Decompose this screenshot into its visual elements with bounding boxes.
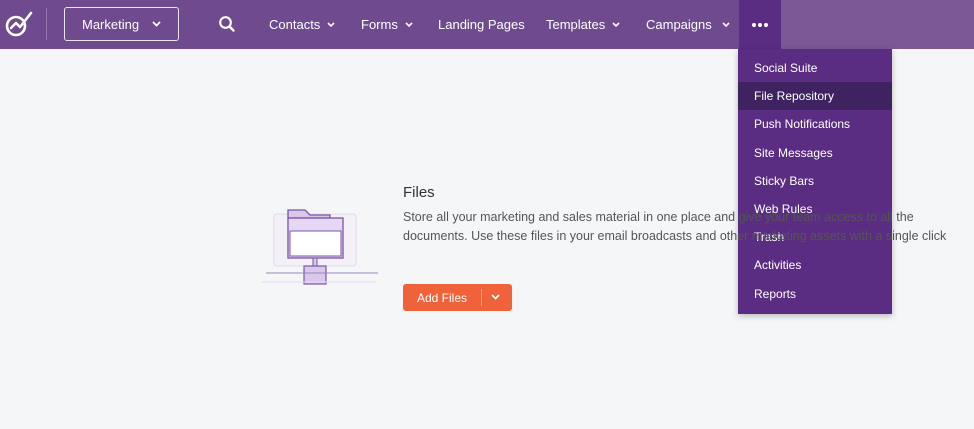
menu-item-label: Social Suite xyxy=(754,61,818,76)
nav-contacts-label: Contacts xyxy=(269,17,321,32)
app-switcher-value: Marketing xyxy=(82,16,140,32)
nav-templates[interactable]: Templates xyxy=(546,0,620,49)
page-description: Store all your marketing and sales mater… xyxy=(403,210,947,243)
nav-campaigns-label: Campaigns xyxy=(646,17,712,32)
chevron-down-icon xyxy=(152,21,161,27)
menu-item-reports[interactable]: Reports xyxy=(738,280,892,308)
ellipsis-icon xyxy=(750,22,769,27)
nav-forms[interactable]: Forms xyxy=(361,0,413,49)
button-divider xyxy=(481,289,482,306)
menu-item-label: Site Messages xyxy=(754,145,833,160)
nav-landing-pages[interactable]: Landing Pages xyxy=(438,0,525,49)
chevron-down-icon xyxy=(722,22,730,28)
nav-campaigns[interactable]: Campaigns xyxy=(646,0,730,49)
search-icon[interactable] xyxy=(217,14,237,34)
top-navigation-bar: Marketing Contacts Forms Landing Pages T… xyxy=(0,0,974,49)
file-server-illustration xyxy=(260,200,380,290)
menu-item-activities[interactable]: Activities xyxy=(738,251,892,279)
nav-forms-label: Forms xyxy=(361,17,398,32)
chevron-down-icon[interactable] xyxy=(491,294,500,300)
menu-item-site-messages[interactable]: Site Messages xyxy=(738,139,892,167)
menu-item-label: Push Notifications xyxy=(754,117,851,132)
nav-contacts[interactable]: Contacts xyxy=(269,0,335,49)
chevron-down-icon xyxy=(612,22,620,28)
nav-templates-label: Templates xyxy=(546,17,606,32)
menu-item-file-repository[interactable]: File Repository xyxy=(738,82,892,111)
menu-item-label: Reports xyxy=(754,286,797,301)
nav-landing-pages-label: Landing Pages xyxy=(438,17,525,32)
add-files-button[interactable]: Add Files xyxy=(403,284,512,311)
menu-item-label: File Repository xyxy=(754,89,835,104)
menu-item-sticky-bars[interactable]: Sticky Bars xyxy=(738,167,892,195)
menu-item-label: Activities xyxy=(754,258,802,273)
topbar-right-area xyxy=(781,0,974,49)
menu-item-social-suite[interactable]: Social Suite xyxy=(738,54,892,82)
brand-logo-icon[interactable] xyxy=(3,8,35,40)
chevron-down-icon xyxy=(405,22,413,28)
app-switcher-dropdown[interactable]: Marketing xyxy=(64,7,179,41)
page-title: Files xyxy=(403,184,435,201)
add-files-label: Add Files xyxy=(417,290,468,305)
menu-item-push-notifications[interactable]: Push Notifications xyxy=(738,110,892,138)
chevron-down-icon xyxy=(327,22,335,28)
menu-item-label: Sticky Bars xyxy=(754,173,815,188)
more-dropdown-menu: Social Suite File Repository Push Notifi… xyxy=(738,49,892,314)
more-menu-button[interactable] xyxy=(739,0,781,49)
logo-divider xyxy=(46,8,47,40)
